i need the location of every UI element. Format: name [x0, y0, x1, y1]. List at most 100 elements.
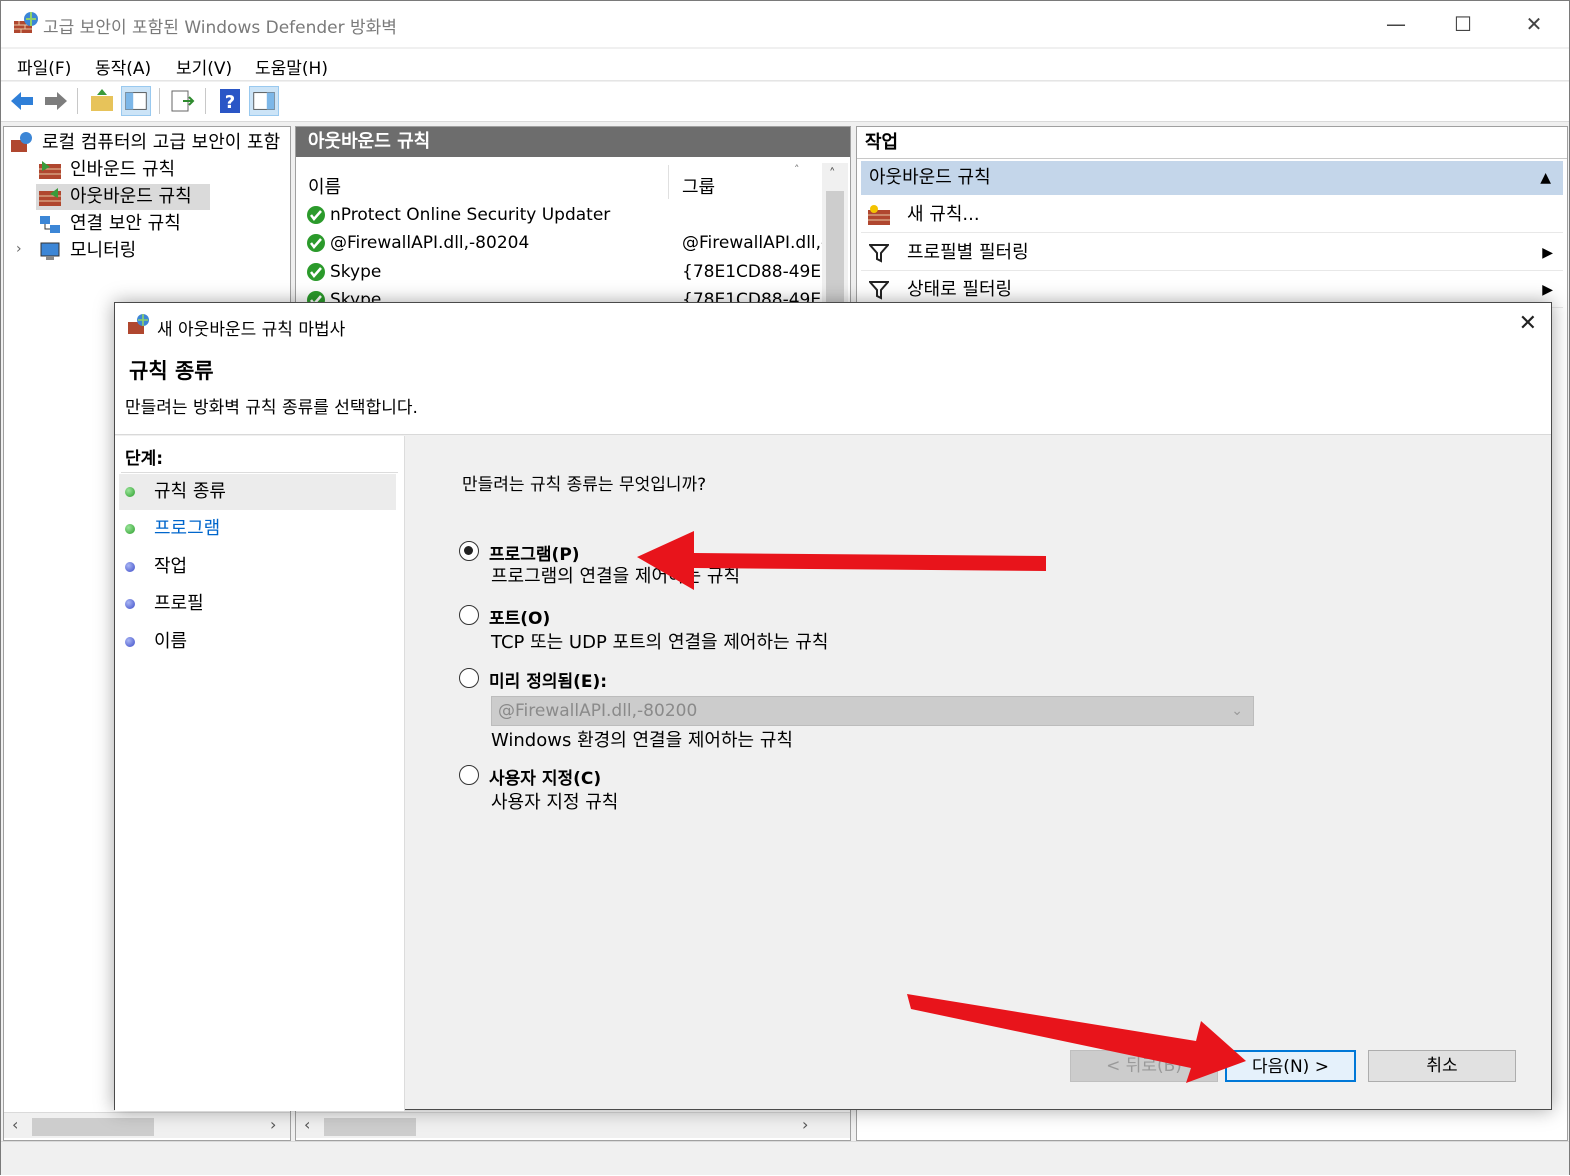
option-port-label[interactable]: 포트(O) [489, 604, 550, 629]
scroll-right-icon[interactable]: › [270, 1115, 276, 1134]
radio-custom[interactable] [459, 765, 479, 785]
tree-item-monitoring[interactable]: 모니터링 [70, 238, 136, 264]
predefined-select[interactable]: @FirewallAPI.dll,-80200 ⌄ [491, 696, 1254, 726]
menu-bar: 파일(F) 동작(A) 보기(V) 도움말(H) [1, 49, 1569, 81]
option-custom-label[interactable]: 사용자 지정(C) [489, 764, 601, 789]
expand-chevron-icon[interactable]: › [16, 241, 22, 257]
filter-icon [869, 244, 889, 263]
step-label: 규칙 종류 [154, 481, 226, 502]
action-new-rule[interactable]: 새 규칙... [861, 197, 1563, 233]
scroll-left-icon[interactable]: ‹ [304, 1115, 310, 1134]
enabled-check-icon [307, 234, 325, 252]
enabled-check-icon [307, 206, 325, 224]
rule-type-question: 만들려는 규칙 종류는 무엇입니까? [462, 475, 707, 495]
rule-name: @FirewallAPI.dll,-80204 [330, 233, 530, 253]
wizard-title: 새 아웃바운드 규칙 마법사 [157, 320, 346, 340]
up-folder-icon[interactable] [87, 86, 117, 116]
firewall-window: 고급 보안이 포함된 Windows Defender 방화벽 — ☐ ✕ 파일… [0, 0, 1570, 1175]
step-action[interactable]: 작업 [119, 549, 396, 585]
wizard-header: 새 아웃바운드 규칙 마법사 ✕ 규칙 종류 만들려는 방화벽 규칙 종류를 선… [115, 303, 1551, 435]
show-hide-tree-icon[interactable] [121, 86, 151, 116]
scroll-left-icon[interactable]: ‹ [12, 1115, 18, 1134]
option-program-desc: 프로그램의 연결을 제어하는 규칙 [491, 566, 741, 587]
inbound-rules-icon [39, 161, 61, 179]
rules-horizontal-scrollbar[interactable]: ‹ › [296, 1112, 850, 1138]
sort-ascending-icon: ˄ [794, 163, 800, 176]
steps-title: 단계: [125, 449, 164, 469]
enabled-check-icon [307, 263, 325, 281]
rule-name: nProtect Online Security Updater [330, 205, 611, 225]
back-arrow-icon[interactable] [7, 86, 37, 116]
connection-security-icon [40, 216, 60, 233]
cancel-button[interactable]: 취소 [1368, 1050, 1516, 1082]
step-complete-dot [125, 487, 135, 497]
scroll-thumb-vertical[interactable] [826, 191, 844, 303]
step-pending-dot [125, 637, 135, 647]
action-label: 상태로 필터링 [907, 279, 1013, 300]
scroll-thumb[interactable] [32, 1118, 154, 1136]
back-button[interactable]: < 뒤로(B) [1070, 1050, 1218, 1082]
wizard-subtitle: 만들려는 방화벽 규칙 종류를 선택합니다. [125, 398, 418, 418]
option-predefined-label[interactable]: 미리 정의됨(E): [489, 667, 607, 692]
option-custom-desc: 사용자 지정 규칙 [491, 792, 619, 813]
wizard-content: 만들려는 규칙 종류는 무엇입니까? 프로그램(P) 프로그램의 연결을 제어하… [406, 436, 1551, 1111]
rules-vertical-scrollbar[interactable]: ˄ [822, 163, 848, 303]
wizard-app-icon [128, 314, 149, 334]
show-hide-action-pane-icon[interactable] [249, 86, 279, 116]
scroll-right-icon[interactable]: › [802, 1115, 808, 1134]
toolbar: ? [1, 82, 1569, 122]
maximize-icon[interactable]: ☐ [1448, 9, 1478, 39]
new-rule-icon [868, 205, 890, 225]
status-bar [1, 1141, 1569, 1175]
help-icon[interactable]: ? [215, 86, 245, 116]
menu-view[interactable]: 보기(V) [176, 54, 232, 79]
step-name[interactable]: 이름 [119, 624, 396, 660]
rule-name: Skype [330, 262, 382, 282]
filter-icon [869, 281, 889, 300]
menu-file[interactable]: 파일(F) [17, 54, 71, 79]
export-list-icon[interactable] [167, 86, 197, 116]
step-pending-dot [125, 599, 135, 609]
radio-program[interactable] [459, 541, 479, 561]
next-button[interactable]: 다음(N) > [1225, 1050, 1356, 1082]
window-title: 고급 보안이 포함된 Windows Defender 방화벽 [43, 18, 397, 38]
firewall-root-icon [11, 132, 32, 152]
rules-pane-header: 아웃바운드 규칙 [296, 127, 850, 157]
rule-group: {78E1CD88-49E3-4 [682, 262, 822, 282]
tree-item-connection-security[interactable]: 연결 보안 규칙 [70, 211, 181, 237]
actions-section-outbound[interactable]: 아웃바운드 규칙 ▲ [861, 161, 1563, 195]
step-rule-type[interactable]: 규칙 종류 [119, 474, 396, 510]
svg-text:?: ? [225, 92, 235, 113]
tree-horizontal-scrollbar[interactable]: ‹ › [4, 1112, 290, 1138]
scroll-thumb[interactable] [324, 1118, 416, 1136]
predefined-select-value: @FirewallAPI.dll,-80200 [498, 701, 698, 721]
option-predefined-desc: Windows 환경의 연결을 제어하는 규칙 [491, 730, 793, 751]
radio-port[interactable] [459, 605, 479, 625]
tree-root[interactable]: 로컬 컴퓨터의 고급 보안이 포함 [42, 130, 290, 156]
radio-predefined[interactable] [459, 668, 479, 688]
forward-arrow-icon[interactable] [41, 86, 71, 116]
step-complete-dot [125, 524, 135, 534]
menu-help[interactable]: 도움말(H) [255, 54, 328, 79]
chevron-down-icon: ⌄ [1231, 703, 1243, 719]
step-label: 프로필 [154, 593, 204, 614]
column-header-name[interactable]: 이름 [308, 173, 341, 199]
menu-action[interactable]: 동작(A) [95, 54, 151, 79]
column-header-group[interactable]: 그룹 [682, 173, 715, 199]
actions-section-label: 아웃바운드 규칙 [869, 167, 991, 188]
step-profile[interactable]: 프로필 [119, 586, 396, 622]
tree-item-inbound[interactable]: 인바운드 규칙 [70, 157, 175, 183]
step-label: 이름 [154, 631, 188, 652]
step-label: 작업 [154, 556, 188, 577]
scroll-up-icon[interactable]: ˄ [829, 167, 836, 182]
wizard-heading: 규칙 종류 [129, 359, 214, 383]
title-bar: 고급 보안이 포함된 Windows Defender 방화벽 — ☐ ✕ [1, 1, 1569, 47]
collapse-triangle-icon[interactable]: ▲ [1540, 161, 1551, 195]
step-program[interactable]: 프로그램 [119, 511, 396, 547]
tree-item-outbound[interactable]: 아웃바운드 규칙 [70, 184, 192, 210]
minimize-icon[interactable]: — [1381, 9, 1411, 39]
close-icon[interactable]: ✕ [1519, 311, 1537, 336]
submenu-arrow-icon: ▶ [1542, 245, 1553, 261]
action-filter-by-profile[interactable]: 프로필별 필터링 ▶ [861, 235, 1563, 271]
close-icon[interactable]: ✕ [1519, 9, 1549, 39]
